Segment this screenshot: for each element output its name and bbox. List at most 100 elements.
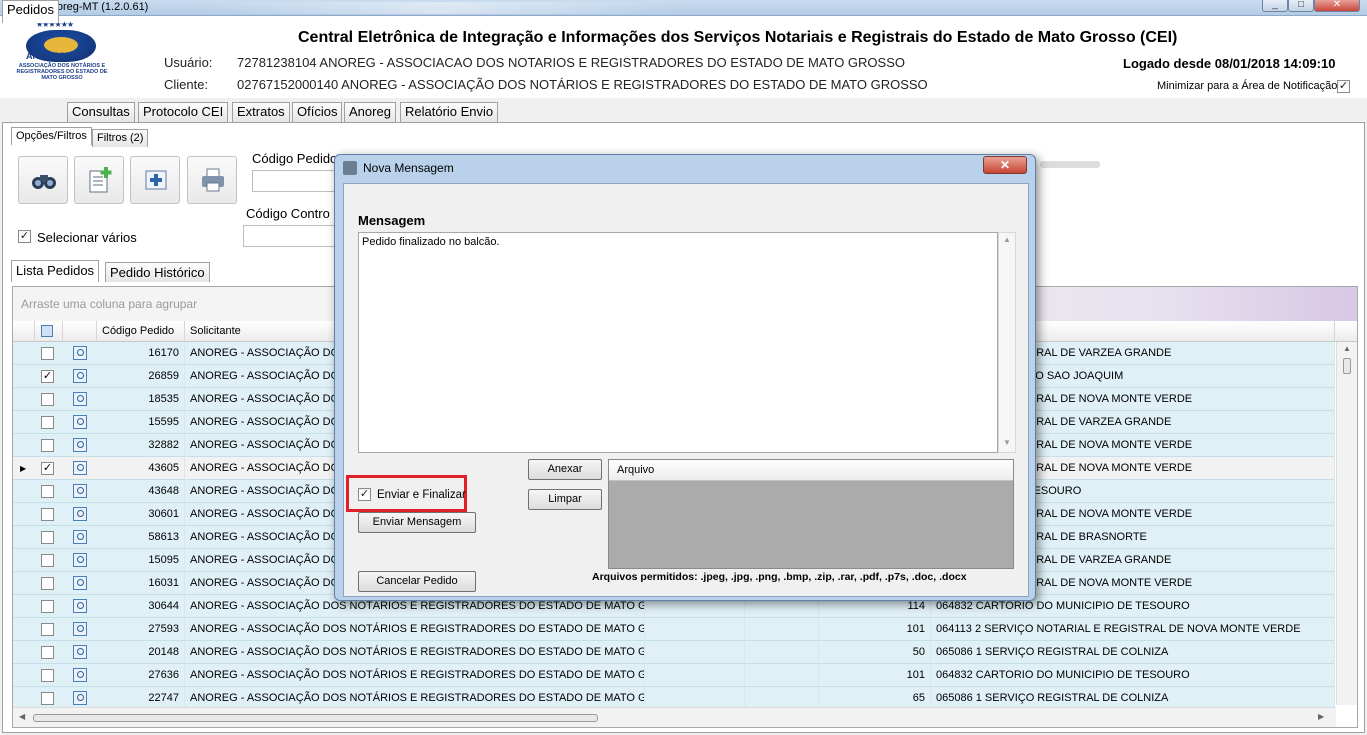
row-checkbox[interactable] bbox=[41, 531, 54, 544]
blurred-text bbox=[1040, 161, 1100, 168]
enviar-finalizar-checkbox[interactable]: ✓ bbox=[358, 488, 371, 501]
view-details-icon[interactable] bbox=[73, 576, 87, 590]
view-details-icon[interactable] bbox=[73, 484, 87, 498]
tab-relatorio-envio[interactable]: Relatório Envio bbox=[400, 102, 499, 122]
horizontal-scroll-thumb[interactable] bbox=[33, 714, 598, 722]
tab-protocolo-cei[interactable]: Protocolo CEI bbox=[138, 102, 229, 122]
add-item-button[interactable] bbox=[130, 156, 180, 204]
grid-vertical-scrollbar[interactable]: ▲ bbox=[1336, 342, 1357, 705]
view-details-icon[interactable] bbox=[73, 392, 87, 406]
cell-col-a bbox=[645, 664, 745, 687]
table-row[interactable]: 27593 ANOREG - ASSOCIAÇÃO DOS NOTÁRIOS E … bbox=[13, 618, 1335, 641]
scroll-left-arrow[interactable]: ◀ bbox=[19, 712, 25, 721]
row-checkbox[interactable] bbox=[41, 554, 54, 567]
app-title: Central Eletrônica de Integração e Infor… bbox=[298, 29, 1178, 46]
header-select-all[interactable] bbox=[35, 321, 63, 342]
dialog-close-button[interactable]: ✕ bbox=[983, 156, 1027, 174]
view-details-icon[interactable] bbox=[73, 461, 87, 475]
close-button[interactable]: ✕ bbox=[1314, 0, 1360, 12]
cell-codigo-pedido: 16170 bbox=[97, 342, 185, 365]
row-checkbox[interactable] bbox=[41, 508, 54, 521]
app-header: ★★★★★★ ANOREG MT ASSOCIAÇÃO DOS NOTÁRIOS… bbox=[0, 16, 1367, 98]
row-checkbox[interactable] bbox=[41, 347, 54, 360]
scroll-up-arrow[interactable]: ▲ bbox=[1343, 344, 1351, 353]
view-details-icon[interactable] bbox=[73, 530, 87, 544]
view-details-icon[interactable] bbox=[73, 438, 87, 452]
codigo-controle-input[interactable] bbox=[243, 225, 342, 247]
subtab-opcoes-filtros[interactable]: Opções/Filtros bbox=[11, 127, 92, 145]
view-details-icon[interactable] bbox=[73, 599, 87, 613]
cell-col-b bbox=[745, 618, 819, 641]
allowed-files-text: Arquivos permitidos: .jpeg, .jpg, .png, … bbox=[592, 571, 967, 583]
new-document-button[interactable] bbox=[74, 156, 124, 204]
row-checkbox[interactable] bbox=[41, 439, 54, 452]
limpar-button[interactable]: Limpar bbox=[528, 489, 602, 510]
row-checkbox[interactable] bbox=[41, 393, 54, 406]
minimize-button[interactable]: _ bbox=[1262, 0, 1288, 12]
tab-anoreg[interactable]: Anoreg bbox=[344, 102, 396, 122]
row-checkbox[interactable] bbox=[41, 623, 54, 636]
cell-codigo-pedido: 16031 bbox=[97, 572, 185, 595]
row-checkbox[interactable] bbox=[41, 485, 54, 498]
mensagem-scrollbar[interactable]: ▲ ▼ bbox=[998, 232, 1016, 453]
tab-pedidos[interactable]: Pedidos bbox=[2, 0, 59, 23]
row-checkbox[interactable] bbox=[41, 416, 54, 429]
vertical-scroll-thumb[interactable] bbox=[1343, 358, 1351, 374]
maximize-button[interactable]: □ bbox=[1288, 0, 1314, 12]
grid-horizontal-scrollbar[interactable]: ◀ ▶ bbox=[13, 707, 1336, 727]
enviar-finalizar-label[interactable]: Enviar e Finalizar bbox=[377, 489, 466, 501]
cell-codigo-pedido: 43648 bbox=[97, 480, 185, 503]
table-row[interactable]: 20148 ANOREG - ASSOCIAÇÃO DOS NOTÁRIOS E … bbox=[13, 641, 1335, 664]
view-details-icon[interactable] bbox=[73, 346, 87, 360]
header-codigo-pedido[interactable]: Código Pedido bbox=[97, 321, 185, 342]
current-row-arrow-icon: ▶ bbox=[20, 464, 27, 473]
subtab-pedido-historico[interactable]: Pedido Histórico bbox=[105, 262, 210, 282]
row-checkbox[interactable]: ✓ bbox=[41, 462, 54, 475]
scroll-right-arrow[interactable]: ▶ bbox=[1318, 712, 1324, 721]
select-all-checkbox[interactable] bbox=[41, 325, 53, 337]
subtab-lista-pedidos[interactable]: Lista Pedidos bbox=[11, 260, 100, 282]
view-details-icon[interactable] bbox=[73, 668, 87, 682]
row-checkbox[interactable]: ✓ bbox=[41, 370, 54, 383]
mensagem-scroll-down[interactable]: ▼ bbox=[1003, 438, 1011, 447]
search-button[interactable] bbox=[18, 156, 68, 204]
view-details-icon[interactable] bbox=[73, 415, 87, 429]
mensagem-scroll-up[interactable]: ▲ bbox=[1003, 235, 1011, 244]
selecionar-varios-checkbox[interactable]: ✓ bbox=[18, 230, 31, 243]
new-document-icon bbox=[87, 167, 113, 193]
view-details-icon[interactable] bbox=[73, 507, 87, 521]
arquivo-header: Arquivo bbox=[609, 460, 1013, 481]
view-details-icon[interactable] bbox=[73, 645, 87, 659]
codigo-pedido-input[interactable] bbox=[252, 170, 342, 192]
row-checkbox[interactable] bbox=[41, 646, 54, 659]
cell-col-c: 101 bbox=[819, 664, 931, 687]
minimize-tray-checkbox[interactable]: ✓ bbox=[1337, 80, 1350, 93]
view-details-icon[interactable] bbox=[73, 369, 87, 383]
subtab-filtros[interactable]: Filtros (2) bbox=[92, 129, 149, 147]
anexar-button[interactable]: Anexar bbox=[528, 459, 602, 480]
view-details-icon[interactable] bbox=[73, 553, 87, 567]
cell-codigo-pedido: 30644 bbox=[97, 595, 185, 618]
arquivo-list[interactable]: Arquivo bbox=[608, 459, 1014, 569]
nova-mensagem-dialog: Nova Mensagem ✕ Mensagem Pedido finaliza… bbox=[334, 154, 1036, 601]
print-button[interactable] bbox=[187, 156, 237, 204]
cancelar-pedido-button[interactable]: Cancelar Pedido bbox=[358, 571, 476, 592]
row-checkbox[interactable] bbox=[41, 669, 54, 682]
table-row[interactable]: 27636 ANOREG - ASSOCIAÇÃO DOS NOTÁRIOS E … bbox=[13, 664, 1335, 687]
tab-oficios[interactable]: Ofícios bbox=[292, 102, 343, 122]
row-checkbox[interactable] bbox=[41, 692, 54, 705]
tab-consultas[interactable]: Consultas bbox=[67, 102, 135, 122]
cell-codigo-pedido: 58613 bbox=[97, 526, 185, 549]
cell-codigo-pedido: 30601 bbox=[97, 503, 185, 526]
dialog-icon bbox=[343, 161, 357, 175]
mensagem-textarea[interactable]: Pedido finalizado no balcão. bbox=[358, 232, 998, 453]
row-checkbox[interactable] bbox=[41, 600, 54, 613]
logo-subtitle: ASSOCIAÇÃO DOS NOTÁRIOS E REGISTRADORES … bbox=[16, 63, 108, 81]
tab-extratos[interactable]: Extratos bbox=[232, 102, 290, 122]
header-indicator bbox=[13, 321, 35, 342]
view-details-icon[interactable] bbox=[73, 622, 87, 636]
enviar-mensagem-button[interactable]: Enviar Mensagem bbox=[358, 512, 476, 533]
cell-col-d: 064113 2 SERVIÇO NOTARIAL E REGISTRAL DE… bbox=[931, 618, 1335, 641]
row-checkbox[interactable] bbox=[41, 577, 54, 590]
view-details-icon[interactable] bbox=[73, 691, 87, 705]
